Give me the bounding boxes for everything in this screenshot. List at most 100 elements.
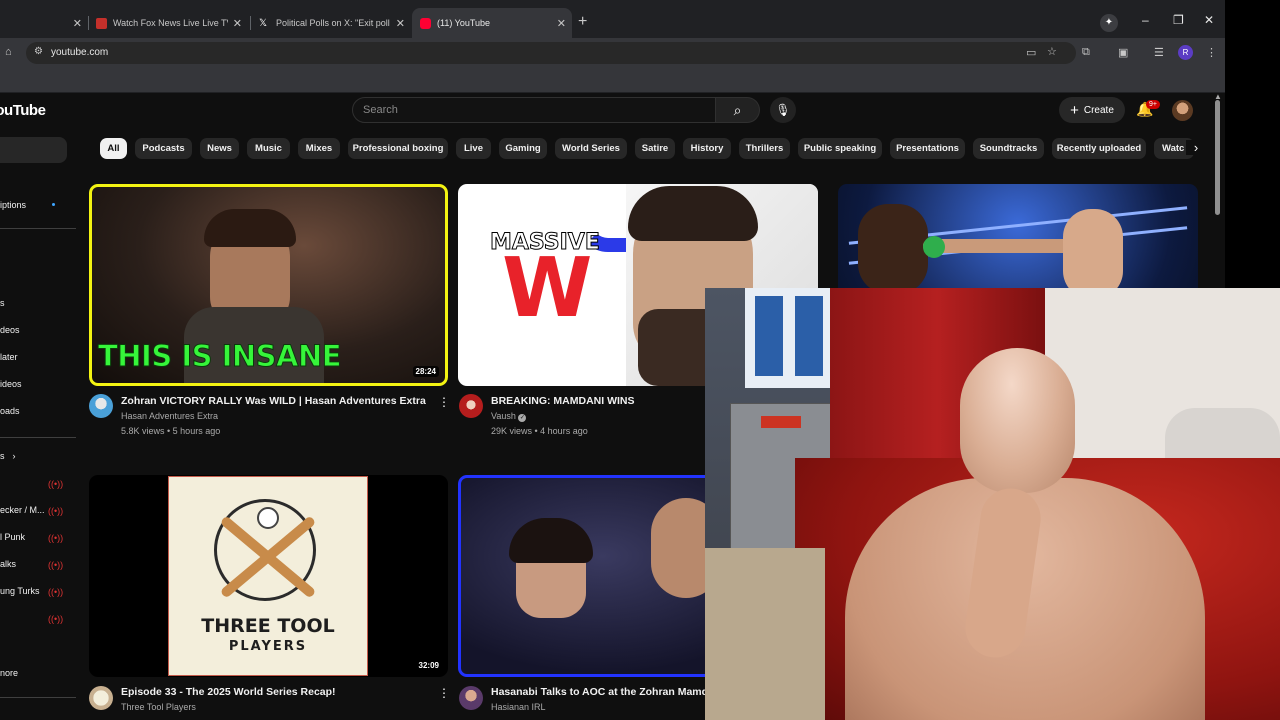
sidebar-channel[interactable]: l Punk [0, 532, 25, 542]
youtube-logo[interactable]: YouTube [0, 102, 46, 119]
video-title[interactable]: Episode 33 - The 2025 World Series Recap… [121, 686, 336, 698]
boxing-glove [923, 236, 945, 258]
home-icon[interactable]: ⌂ [5, 46, 12, 58]
channel-name[interactable]: Three Tool Players [121, 702, 196, 712]
chip[interactable]: Podcasts [135, 138, 192, 159]
channel-avatar[interactable] [459, 394, 483, 418]
sidebar-item-playlists[interactable]: s [0, 298, 5, 308]
sidebar-channel[interactable]: ung Turks [0, 586, 40, 596]
chip[interactable]: Professional boxing [348, 138, 448, 159]
url-text[interactable]: youtube.com [51, 47, 108, 58]
more-options-icon[interactable]: ⋮ [438, 686, 450, 700]
chip[interactable]: News [200, 138, 239, 159]
close-icon[interactable]: ✕ [233, 17, 242, 30]
chip[interactable]: World Series [555, 138, 627, 159]
sidebar-channel[interactable]: ecker / M... [0, 505, 45, 515]
sidebar-section-subscriptions[interactable]: s › [0, 451, 16, 461]
channel-name[interactable]: Hasianan IRL [491, 702, 546, 712]
channel-avatar[interactable] [89, 686, 113, 710]
sidebar-item-liked-videos[interactable]: ideos [0, 379, 22, 389]
sidebar-show-more[interactable]: nore [0, 668, 18, 678]
video-title[interactable]: Zohran VICTORY RALLY Was WILD | Hasan Ad… [121, 395, 426, 407]
video-meta: 5.8K views • 5 hours ago [121, 426, 221, 436]
video-title[interactable]: Hasanabi Talks to AOC at the Zohran Mamd… [491, 686, 705, 698]
fridge-sticker [761, 416, 801, 428]
profile-avatar[interactable]: R [1178, 45, 1193, 60]
more-options-icon[interactable]: ⋮ [438, 395, 450, 409]
sidebar-divider [0, 228, 76, 229]
sidebar-channel[interactable]: alks [0, 559, 16, 569]
search-button[interactable]: ⌕ [716, 97, 760, 123]
new-tab-button[interactable]: + [578, 13, 587, 31]
live-icon: ((•)) [48, 560, 64, 570]
tab-title: Political Polls on X: "Exit poll - F [276, 18, 391, 28]
close-icon[interactable]: ✕ [73, 17, 82, 30]
fox-favicon-icon [96, 17, 107, 29]
channel-avatar[interactable] [89, 394, 113, 418]
person-head [960, 348, 1075, 493]
search-input[interactable]: Search [352, 97, 716, 123]
video-title[interactable]: BREAKING: MAMDANI WINS [491, 395, 635, 407]
chevron-right-icon[interactable]: › [1186, 140, 1206, 155]
create-button[interactable]: + Create [1059, 97, 1125, 123]
reading-list-icon[interactable]: ☰ [1154, 46, 1164, 59]
chip[interactable]: Mixes [298, 138, 340, 159]
section-label: s [0, 451, 5, 461]
menu-icon[interactable]: ⋮ [1206, 46, 1217, 59]
chip[interactable]: Music [247, 138, 290, 159]
star-icon[interactable]: ☆ [1047, 45, 1057, 58]
thumbnail-big-letter: W [502, 241, 593, 336]
sidebar-item-watch-later[interactable]: later [0, 352, 18, 362]
chip[interactable]: Thrillers [739, 138, 790, 159]
close-icon[interactable]: ✕ [396, 17, 405, 30]
split-view-icon[interactable]: ▣ [1118, 46, 1128, 59]
x-logo-icon: 𝕏 [259, 17, 268, 29]
sidebar-active-item[interactable] [0, 137, 67, 163]
live-icon: ((•)) [48, 614, 64, 624]
minimize-icon[interactable]: – [1142, 13, 1149, 27]
channel-name-row[interactable]: Vaush ✓ [491, 411, 527, 422]
tab-political-polls[interactable]: 𝕏 Political Polls on X: "Exit poll - F ✕ [251, 8, 411, 38]
voice-search-button[interactable]: 🎙 [770, 97, 796, 123]
account-avatar[interactable] [1172, 100, 1193, 121]
chip[interactable]: Satire [635, 138, 675, 159]
tab-youtube[interactable]: (11) YouTube ✕ [412, 8, 572, 38]
video-duration: 32:09 [415, 660, 442, 671]
video-meta: 29K views • 4 hours ago [491, 426, 588, 436]
can-box [755, 296, 783, 376]
chip[interactable]: Presentations [890, 138, 965, 159]
chip[interactable]: Recently uploaded [1052, 138, 1146, 159]
verified-check-icon: ✓ [518, 414, 527, 422]
bookmarks-bar [0, 68, 1225, 93]
chip-label: Presentations [896, 143, 959, 154]
chip[interactable]: Public speaking [798, 138, 882, 159]
extensions-icon[interactable]: ⧉ [1082, 46, 1090, 59]
close-icon[interactable]: ✕ [557, 17, 566, 30]
channel-name[interactable]: Hasan Adventures Extra [121, 411, 218, 421]
site-info-icon[interactable]: ⚙ [34, 46, 43, 57]
install-app-icon[interactable]: ▭ [1026, 46, 1036, 59]
chip[interactable]: History [683, 138, 731, 159]
tab-fox-news[interactable]: Watch Fox News Live Live TV fr ✕ [88, 8, 248, 38]
tab-hidden[interactable]: ✕ [0, 8, 88, 38]
chip-label: All [107, 143, 120, 154]
logo-subtitle: PLAYERS [228, 639, 308, 654]
thumbnail-hair [204, 209, 296, 247]
gemini-spark-icon[interactable]: ✦ [1100, 14, 1118, 32]
close-window-icon[interactable]: ✕ [1204, 13, 1214, 27]
chip-all[interactable]: All [100, 138, 127, 159]
baseball-icon [257, 507, 279, 529]
chip[interactable]: Live [456, 138, 491, 159]
channel-avatar[interactable] [459, 686, 483, 710]
chip[interactable]: Soundtracks [973, 138, 1044, 159]
boxer-right [1063, 209, 1123, 299]
video-thumbnail[interactable]: THIS IS INSANE 28:24 [89, 184, 448, 386]
sidebar-item-subscriptions[interactable]: iptions [0, 200, 26, 210]
address-bar[interactable]: ⚙ youtube.com ▭ ☆ [26, 42, 1076, 64]
sidebar-item-your-videos[interactable]: deos [0, 325, 20, 335]
video-thumbnail[interactable]: THREE TOOL PLAYERS 32:09 [89, 475, 448, 677]
sidebar-item-downloads[interactable]: oads [0, 406, 20, 416]
chip[interactable]: Gaming [499, 138, 547, 159]
maximize-icon[interactable]: ❐ [1173, 13, 1184, 27]
scrollbar-thumb[interactable] [1215, 100, 1220, 215]
